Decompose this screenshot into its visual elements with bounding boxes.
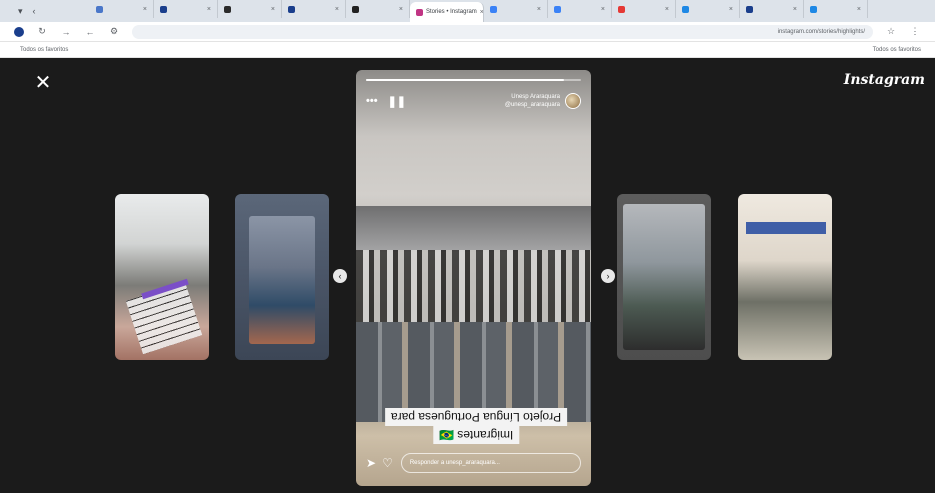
browser-tab[interactable]: ×: [484, 0, 548, 18]
thumbnail-image: [746, 222, 826, 234]
tab-back-icon[interactable]: ‹: [33, 6, 36, 17]
bookmarks-left[interactable]: Todos os favoritos: [20, 47, 68, 53]
story-header: ••• ❚❚ Unesp Araraquara @unesp_araraquar…: [366, 90, 581, 112]
tab-favicon-icon: [224, 5, 231, 13]
tab-label: Stories • Instagram: [426, 9, 477, 15]
browser-tab[interactable]: Stories • Instagram ×: [410, 2, 484, 22]
browser-tab[interactable]: ×: [676, 0, 740, 18]
story-thumbnail[interactable]: [235, 194, 329, 360]
bookmarks-right[interactable]: Todos os favoritos: [873, 47, 921, 53]
tab-favicon-icon: [810, 5, 817, 13]
bookmarks-bar: Todos os favoritos Todos os favoritos: [0, 42, 935, 58]
story-caption: Projeto Língua Portuguesa para Imigrante…: [376, 408, 576, 444]
menu-icon[interactable]: ⋮: [909, 26, 921, 37]
reply-input[interactable]: Responder a unesp_araraquara...: [400, 453, 581, 473]
browser-tab[interactable]: ×: [218, 0, 282, 18]
tab-favicon-icon: [682, 5, 689, 13]
address-bar-url: instagram.com/stories/highlights/: [777, 28, 865, 35]
browser-tab[interactable]: ×: [90, 0, 154, 18]
story-photo: [356, 206, 591, 252]
story-caption-line1: Projeto Língua Portuguesa para: [384, 408, 568, 426]
reload-icon[interactable]: ↻: [36, 26, 48, 37]
tab-close-icon[interactable]: ×: [399, 6, 403, 13]
story-controls: ••• ❚❚: [366, 95, 406, 108]
story-progress-fill: [366, 79, 564, 81]
tab-favicon-icon: [160, 5, 167, 13]
story-reply-row: ➤ ♡ Responder a unesp_araraquara...: [366, 452, 581, 474]
pause-icon[interactable]: ❚❚: [388, 95, 406, 108]
chevron-left-icon[interactable]: ‹: [333, 269, 347, 283]
browser-tab[interactable]: ×: [804, 0, 868, 18]
story-username: Unesp Araraquara: [511, 94, 560, 100]
extension-icon[interactable]: ⚙: [108, 26, 120, 37]
browser-tab[interactable]: ×: [346, 0, 410, 18]
story-thumbnail[interactable]: [617, 194, 711, 360]
chevron-right-icon[interactable]: ›: [601, 269, 615, 283]
heart-icon[interactable]: ♡: [382, 456, 393, 470]
reply-placeholder: Responder a unesp_araraquara...: [409, 460, 500, 466]
tab-favicon-icon: [352, 5, 359, 13]
browser-tab[interactable]: ×: [612, 0, 676, 18]
tab-favicon-icon: [490, 5, 497, 13]
back-icon[interactable]: ←: [84, 27, 96, 37]
forward-icon[interactable]: →: [60, 27, 72, 37]
browser-tab[interactable]: ×: [154, 0, 218, 18]
story-photo: [356, 250, 591, 322]
avatar[interactable]: [565, 93, 581, 109]
story-caption-line2: Imigrantes 🇧🇷: [432, 426, 520, 444]
story-thumbnail[interactable]: [738, 194, 832, 360]
story-viewer: ✕ Instagram ‹ ••• ❚❚ Unesp Araraquara @u…: [18, 58, 935, 493]
browser-tab[interactable]: ×: [282, 0, 346, 18]
tab-favicon-icon: [96, 5, 103, 13]
tab-close-icon[interactable]: ×: [143, 6, 147, 13]
tab-close-icon[interactable]: ×: [729, 6, 733, 13]
browser-tab[interactable]: ×: [740, 0, 804, 18]
story-subtitle: @unesp_araraquara: [504, 102, 560, 108]
tab-favicon-icon: [288, 5, 295, 13]
tab-favicon-icon: [416, 8, 423, 16]
address-bar[interactable]: instagram.com/stories/highlights/: [132, 24, 873, 39]
tab-close-icon[interactable]: ×: [857, 6, 861, 13]
close-icon[interactable]: ✕: [34, 73, 52, 93]
tab-search-icon[interactable]: ▾: [18, 6, 23, 17]
tab-close-icon[interactable]: ×: [271, 6, 275, 13]
tab-favicon-icon: [746, 5, 753, 13]
tab-close-icon[interactable]: ×: [207, 6, 211, 13]
story-user-meta: Unesp Araraquara @unesp_araraquara: [505, 93, 560, 109]
thumbnail-image: [623, 204, 705, 350]
story-photo: [356, 322, 591, 422]
tab-close-icon[interactable]: ×: [335, 6, 339, 13]
browser-tab[interactable]: ×: [548, 0, 612, 18]
story-actions: ➤ ♡: [366, 456, 393, 470]
tab-close-icon[interactable]: ×: [665, 6, 669, 13]
thumbnail-image: [249, 216, 315, 344]
tab-nav-controls: ▾ ‹: [18, 6, 88, 17]
story-user[interactable]: Unesp Araraquara @unesp_araraquara: [505, 93, 581, 109]
browser-toolbar: ↻ → ← ⚙ instagram.com/stories/highlights…: [0, 22, 935, 42]
tab-close-icon[interactable]: ×: [537, 6, 541, 13]
story-progress-bar: [366, 79, 581, 81]
story-thumbnail[interactable]: [115, 194, 209, 360]
active-story[interactable]: ••• ❚❚ Unesp Araraquara @unesp_araraquar…: [356, 70, 591, 486]
tab-close-icon[interactable]: ×: [793, 6, 797, 13]
tab-close-icon[interactable]: ×: [601, 6, 605, 13]
tab-favicon-icon: [618, 5, 625, 13]
send-icon[interactable]: ➤: [366, 456, 376, 470]
instagram-logo[interactable]: Instagram: [844, 72, 925, 88]
browser-tab-bar: ▾ ‹ × × × × × Stories • Instagram × × × × × × ×: [0, 0, 935, 22]
more-icon[interactable]: •••: [366, 95, 378, 107]
tab-favicon-icon: [554, 5, 561, 13]
profile-avatar-icon[interactable]: [14, 26, 24, 37]
thumbnail-image: [125, 281, 203, 355]
star-icon[interactable]: ☆: [885, 26, 897, 37]
